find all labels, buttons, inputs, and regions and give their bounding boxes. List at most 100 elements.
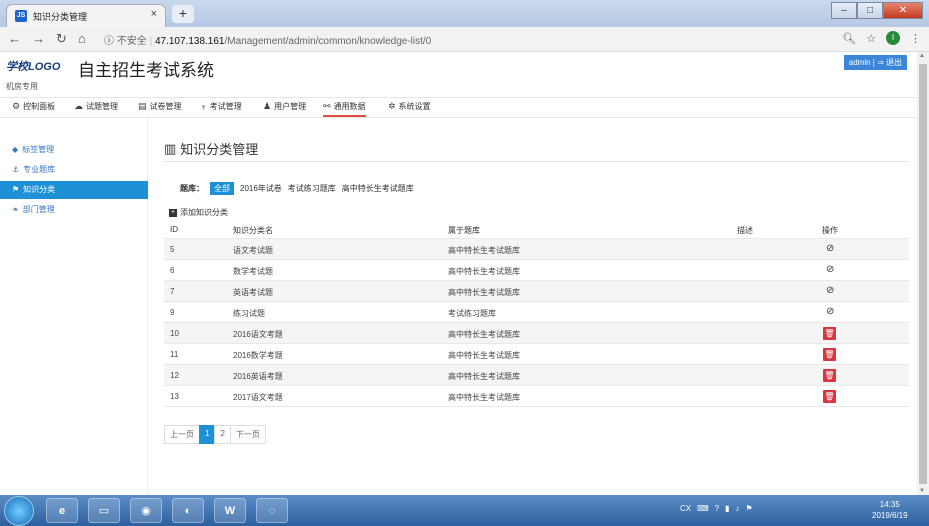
school-logo: 学校LOGO [6, 61, 61, 73]
filter-2016[interactable]: 2016年试卷 [240, 183, 282, 194]
sidebar-item-departments[interactable]: ❧ 部门管理 [0, 201, 148, 219]
tab-close-icon[interactable]: × [151, 8, 157, 20]
app-icon[interactable]: ◌ [256, 498, 288, 523]
main-nav: ⚙ 控制面板 ☁ 试题管理 ▤ 试卷管理 ♆ 考试管理 ♟ 用户管理 ⚯ 通用数据 ✲ 系统设… [0, 98, 917, 118]
cell-id: 13 [170, 392, 179, 401]
network-icon[interactable]: ▮ [725, 504, 729, 513]
clock[interactable]: 14:35 2019/6/19 [872, 499, 908, 521]
nav-common-data[interactable]: ⚯ 通用数据 [323, 101, 366, 117]
sidebar-item-label: 部门管理 [22, 205, 55, 214]
home-icon[interactable]: ⌂ [78, 31, 86, 46]
nav-settings[interactable]: ✲ 系统设置 [388, 101, 431, 112]
cell-id: 6 [170, 266, 175, 275]
start-button[interactable] [4, 496, 34, 526]
nav-dashboard[interactable]: ⚙ 控制面板 [12, 101, 55, 112]
cell-name: 2017语文考题 [233, 393, 283, 402]
scroll-down-icon[interactable]: ▼ [919, 488, 925, 494]
ban-icon[interactable]: ⊘ [826, 264, 834, 275]
ban-icon[interactable]: ⊘ [826, 306, 834, 317]
file-icon: ▤ [138, 101, 147, 111]
scrollbar-thumb[interactable] [919, 64, 927, 484]
delete-trash-icon[interactable]: 🗑︎ [823, 348, 836, 361]
nav-questions[interactable]: ☁ 试题管理 [74, 101, 118, 112]
favicon-icon: JS [15, 10, 27, 22]
add-knowledge-button[interactable]: + 添加知识分类 [169, 207, 228, 218]
volume-icon[interactable]: ♪ [736, 504, 740, 513]
nav-papers[interactable]: ▤ 试卷管理 [138, 101, 182, 112]
cell-id: 10 [170, 329, 179, 338]
title-divider [164, 161, 909, 162]
cell-name: 英语考试题 [233, 288, 273, 297]
filter-all[interactable]: 全部 [210, 182, 234, 195]
filter-label: 题库： [180, 184, 204, 193]
nav-users[interactable]: ♟ 用户管理 [263, 101, 306, 112]
help-icon[interactable]: ? [715, 504, 719, 513]
knowledge-table: ID 知识分类名 属于题库 描述 操作 5 语文考试题 高中特长生考试题库 ⊘ 6 数学考… [164, 221, 909, 407]
anchor-icon: ⚓ [12, 165, 20, 174]
page-title: ▥ 知识分类管理 [164, 139, 258, 158]
sidebar-item-majors[interactable]: ⚓ 专业题库 [0, 161, 148, 179]
vertical-scrollbar[interactable]: ▲ ▼ [917, 52, 929, 495]
maximize-button[interactable]: □ [857, 2, 883, 19]
sidebar-item-tags[interactable]: ◆ 标签管理 [0, 141, 148, 159]
reload-icon[interactable]: ↻ [56, 31, 67, 47]
ban-icon[interactable]: ⊘ [826, 243, 834, 254]
back-icon[interactable]: ← [8, 31, 21, 46]
flag-icon[interactable]: ⚑ [746, 504, 753, 513]
cell-id: 7 [170, 287, 175, 296]
sidebar-item-knowledge[interactable]: ⚑ 知识分类 [0, 181, 148, 199]
forward-icon[interactable]: → [32, 31, 45, 46]
menu-dots-icon[interactable]: ⋮ [910, 32, 921, 45]
share-icon: ⚯ [323, 101, 331, 111]
nav-exams[interactable]: ♆ 考试管理 [200, 101, 242, 112]
filter-practice[interactable]: 考试练习题库 [288, 183, 336, 194]
app-header: 学校LOGO 自主招生考试系统 机房专用 admin | ⇒ 退出 [0, 52, 917, 98]
bookmark-star-icon[interactable]: ☆ [866, 32, 876, 45]
flag-icon: ⚑ [12, 185, 20, 194]
cell-name: 2016英语考题 [233, 372, 283, 381]
tab-title: 知识分类管理 [33, 12, 88, 22]
tag-icon: ◆ [12, 145, 19, 154]
cell-name: 数学考试题 [233, 267, 273, 276]
page-1-button[interactable]: 1 [199, 425, 216, 444]
cell-library: 高中特长生考试题库 [448, 246, 520, 255]
main-content: ▥ 知识分类管理 题库： 全部 2016年试卷 考试练习题库 高中特长生考试题库… [150, 119, 917, 495]
word-icon[interactable]: W [214, 498, 246, 523]
cell-library: 高中特长生考试题库 [448, 288, 520, 297]
user-logout-button[interactable]: admin | ⇒ 退出 [843, 55, 907, 70]
leaf-icon: ❧ [12, 205, 19, 214]
next-page-button[interactable]: 下一页 [229, 425, 266, 444]
browser-titlebar: JS 知识分类管理 × + – □ ✕ [0, 0, 929, 27]
close-window-button[interactable]: ✕ [883, 2, 923, 19]
scroll-up-icon[interactable]: ▲ [919, 53, 925, 59]
browser-tab[interactable]: JS 知识分类管理 × [6, 4, 166, 27]
cell-library: 高中特长生考试题库 [448, 330, 520, 339]
ban-icon[interactable]: ⊘ [826, 285, 834, 296]
url-field[interactable]: ⓘ 不安全 | 47.107.138.161/Management/admin/… [104, 32, 431, 47]
pagination: 上一页 1 2 下一页 [164, 425, 266, 444]
table-row: 10 2016语文考题 高中特长生考试题库 🗑︎ [164, 323, 909, 344]
keyboard-icon[interactable]: ⌨ [697, 504, 709, 513]
sidebar-item-label: 专业题库 [23, 165, 56, 174]
gear-icon: ✲ [388, 101, 396, 111]
new-tab-button[interactable]: + [172, 5, 194, 23]
filter-highschool[interactable]: 高中特长生考试题库 [342, 183, 414, 194]
col-actions: 操作 [822, 226, 838, 235]
delete-trash-icon[interactable]: 🗑︎ [823, 390, 836, 403]
bar-chart-icon: ▥ [164, 140, 177, 156]
profile-avatar[interactable]: I [886, 31, 900, 45]
firefox-icon[interactable]: ◐ [172, 498, 204, 523]
delete-trash-icon[interactable]: 🗑︎ [823, 327, 836, 340]
col-library: 属于题库 [448, 226, 480, 235]
page-2-button[interactable]: 2 [214, 425, 231, 444]
chrome-icon[interactable]: ◉ [130, 498, 162, 523]
zoom-icon[interactable]: 🔍︎ [842, 32, 856, 45]
info-icon[interactable]: ⓘ [104, 36, 117, 47]
ie-icon[interactable]: e [46, 498, 78, 523]
minimize-button[interactable]: – [831, 2, 857, 19]
cell-id: 12 [170, 371, 179, 380]
table-header: ID 知识分类名 属于题库 描述 操作 [164, 221, 909, 239]
prev-page-button[interactable]: 上一页 [164, 425, 200, 444]
explorer-icon[interactable]: ▭ [88, 498, 120, 523]
delete-trash-icon[interactable]: 🗑︎ [823, 369, 836, 382]
